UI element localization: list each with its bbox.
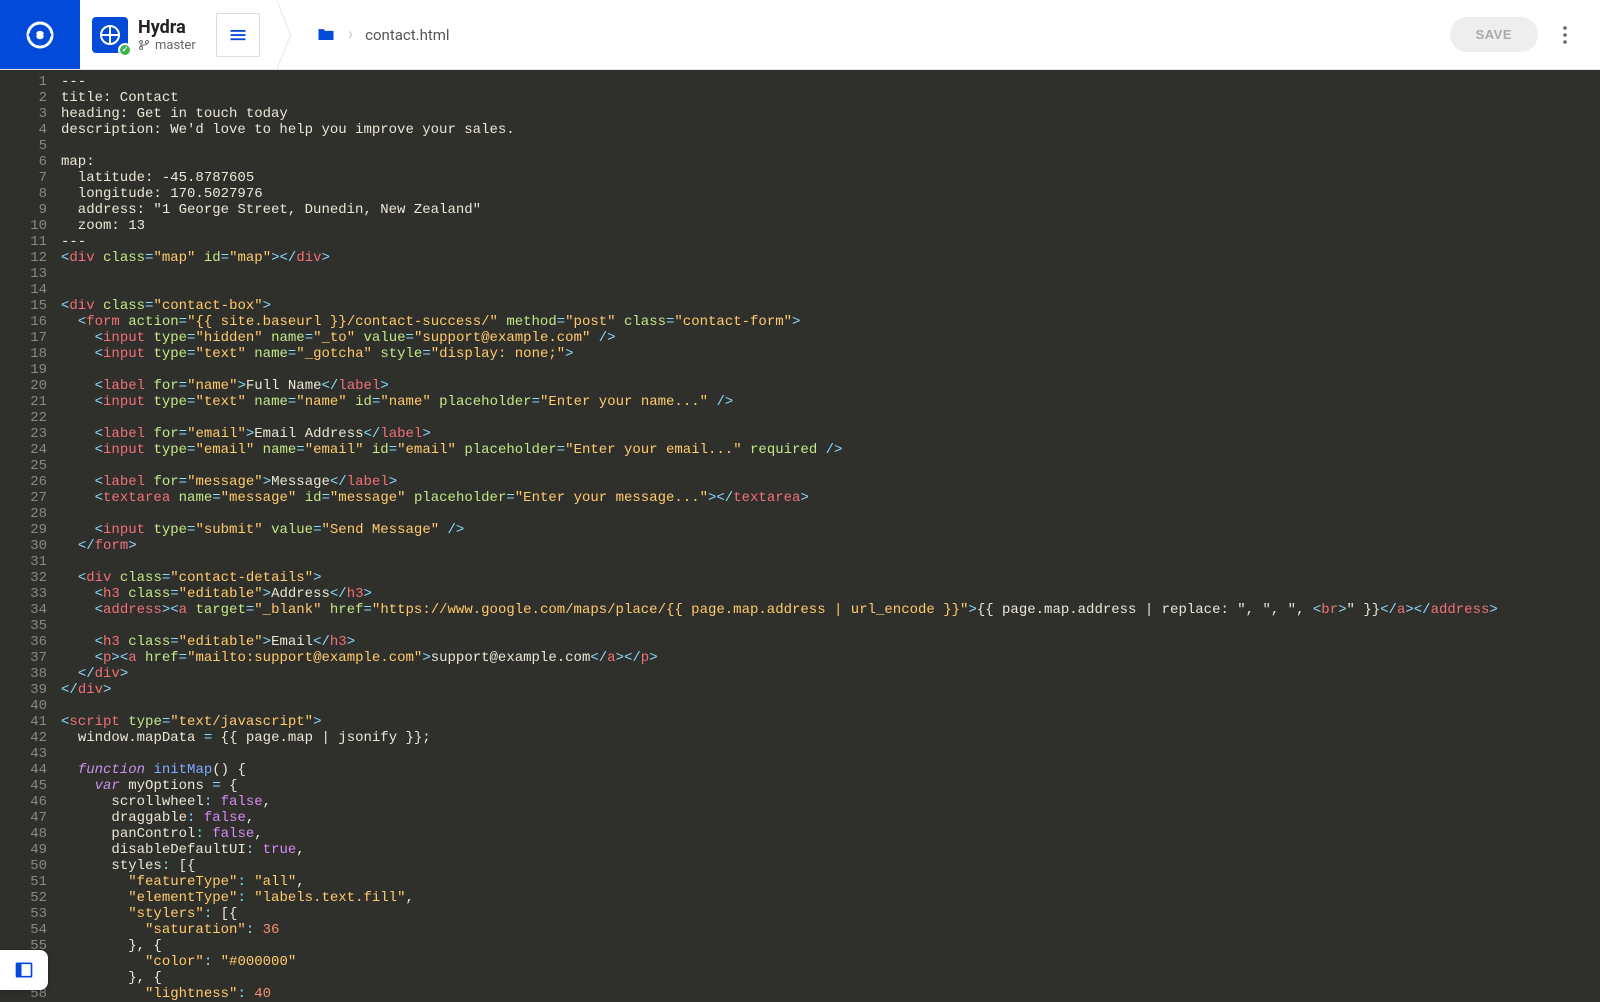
menu-toggle-button[interactable] bbox=[216, 13, 260, 57]
chevron-right-icon: › bbox=[348, 24, 353, 45]
panel-icon bbox=[14, 960, 34, 980]
code-line[interactable]: address: "1 George Street, Dunedin, New … bbox=[61, 202, 1600, 218]
code-line[interactable]: scrollwheel: false, bbox=[61, 794, 1600, 810]
code-line[interactable]: <label for="message">Message</label> bbox=[61, 474, 1600, 490]
code-line[interactable]: <form action="{{ site.baseurl }}/contact… bbox=[61, 314, 1600, 330]
code-line[interactable]: <div class="map" id="map"></div> bbox=[61, 250, 1600, 266]
code-line[interactable] bbox=[61, 138, 1600, 154]
save-button[interactable]: SAVE bbox=[1450, 17, 1538, 52]
code-line[interactable]: }, { bbox=[61, 970, 1600, 986]
code-line[interactable] bbox=[61, 362, 1600, 378]
code-line[interactable]: "stylers": [{ bbox=[61, 906, 1600, 922]
code-line[interactable] bbox=[61, 506, 1600, 522]
right-actions: SAVE bbox=[1450, 0, 1600, 69]
code-line[interactable]: window.mapData = {{ page.map | jsonify }… bbox=[61, 730, 1600, 746]
code-line[interactable]: </div> bbox=[61, 666, 1600, 682]
code-line[interactable]: disableDefaultUI: true, bbox=[61, 842, 1600, 858]
code-line[interactable]: </form> bbox=[61, 538, 1600, 554]
code-line[interactable]: <input type="text" name="_gotcha" style=… bbox=[61, 346, 1600, 362]
topbar: Hydra master › contact.html SAVE bbox=[0, 0, 1600, 70]
code-line[interactable]: panControl: false, bbox=[61, 826, 1600, 842]
code-line[interactable] bbox=[61, 410, 1600, 426]
code-line[interactable]: draggable: false, bbox=[61, 810, 1600, 826]
code-line[interactable]: <p><a href="mailto:support@example.com">… bbox=[61, 650, 1600, 666]
code-line[interactable] bbox=[61, 618, 1600, 634]
code-line[interactable] bbox=[61, 266, 1600, 282]
code-line[interactable] bbox=[61, 698, 1600, 714]
code-line[interactable]: }, { bbox=[61, 938, 1600, 954]
project-name: Hydra bbox=[138, 17, 196, 38]
code-line[interactable]: <h3 class="editable">Address</h3> bbox=[61, 586, 1600, 602]
code-line[interactable]: </div> bbox=[61, 682, 1600, 698]
code-line[interactable]: <input type="email" name="email" id="ema… bbox=[61, 442, 1600, 458]
code-line[interactable]: <label for="name">Full Name</label> bbox=[61, 378, 1600, 394]
code-line[interactable]: zoom: 13 bbox=[61, 218, 1600, 234]
code-line[interactable]: "lightness": 40 bbox=[61, 986, 1600, 1000]
code-line[interactable]: "elementType": "labels.text.fill", bbox=[61, 890, 1600, 906]
code-line[interactable]: <script type="text/javascript"> bbox=[61, 714, 1600, 730]
code-line[interactable]: <label for="email">Email Address</label> bbox=[61, 426, 1600, 442]
code-line[interactable]: var myOptions = { bbox=[61, 778, 1600, 794]
code-line[interactable] bbox=[61, 554, 1600, 570]
line-gutter: 1234567891011121314151617181920212223242… bbox=[0, 70, 55, 1000]
code-line[interactable]: <div class="contact-details"> bbox=[61, 570, 1600, 586]
code-line[interactable]: description: We'd love to help you impro… bbox=[61, 122, 1600, 138]
code-line[interactable]: "color": "#000000" bbox=[61, 954, 1600, 970]
code-line[interactable]: <textarea name="message" id="message" pl… bbox=[61, 490, 1600, 506]
filename: contact.html bbox=[365, 26, 449, 44]
app-logo[interactable] bbox=[0, 0, 80, 69]
code-line[interactable] bbox=[61, 458, 1600, 474]
breadcrumb: › contact.html bbox=[276, 0, 450, 69]
code-line[interactable]: <input type="hidden" name="_to" value="s… bbox=[61, 330, 1600, 346]
code-line[interactable]: --- bbox=[61, 234, 1600, 250]
project-icon bbox=[92, 17, 128, 53]
branch-icon bbox=[138, 39, 150, 51]
code-line[interactable] bbox=[61, 746, 1600, 762]
status-ok-icon bbox=[118, 43, 132, 57]
code-line[interactable]: styles: [{ bbox=[61, 858, 1600, 874]
code-line[interactable]: <input type="text" name="name" id="name"… bbox=[61, 394, 1600, 410]
project-text: Hydra master bbox=[138, 17, 196, 53]
drawer-toggle[interactable] bbox=[0, 950, 48, 990]
code-line[interactable]: --- bbox=[61, 74, 1600, 90]
code-line[interactable]: <address><a target="_blank" href="https:… bbox=[61, 602, 1600, 618]
code-line[interactable]: map: bbox=[61, 154, 1600, 170]
code-line[interactable]: "saturation": 36 bbox=[61, 922, 1600, 938]
menu-icon bbox=[228, 25, 248, 45]
code-line[interactable]: "featureType": "all", bbox=[61, 874, 1600, 890]
code-line[interactable]: <div class="contact-box"> bbox=[61, 298, 1600, 314]
code-line[interactable]: latitude: -45.8787605 bbox=[61, 170, 1600, 186]
project-selector[interactable]: Hydra master bbox=[80, 0, 276, 69]
code-line[interactable]: function initMap() { bbox=[61, 762, 1600, 778]
code-line[interactable] bbox=[61, 282, 1600, 298]
code-line[interactable]: title: Contact bbox=[61, 90, 1600, 106]
code-line[interactable]: <h3 class="editable">Email</h3> bbox=[61, 634, 1600, 650]
code-area[interactable]: ---title: Contactheading: Get in touch t… bbox=[55, 70, 1600, 1000]
project-branch: master bbox=[138, 38, 196, 53]
code-line[interactable]: <input type="submit" value="Send Message… bbox=[61, 522, 1600, 538]
more-button[interactable] bbox=[1550, 20, 1580, 50]
logo-icon bbox=[24, 19, 56, 51]
branch-name: master bbox=[155, 38, 196, 53]
code-line[interactable]: longitude: 170.5027976 bbox=[61, 186, 1600, 202]
code-editor[interactable]: 1234567891011121314151617181920212223242… bbox=[0, 70, 1600, 1000]
folder-icon[interactable] bbox=[316, 25, 336, 45]
code-line[interactable]: heading: Get in touch today bbox=[61, 106, 1600, 122]
more-vertical-icon bbox=[1563, 26, 1567, 44]
